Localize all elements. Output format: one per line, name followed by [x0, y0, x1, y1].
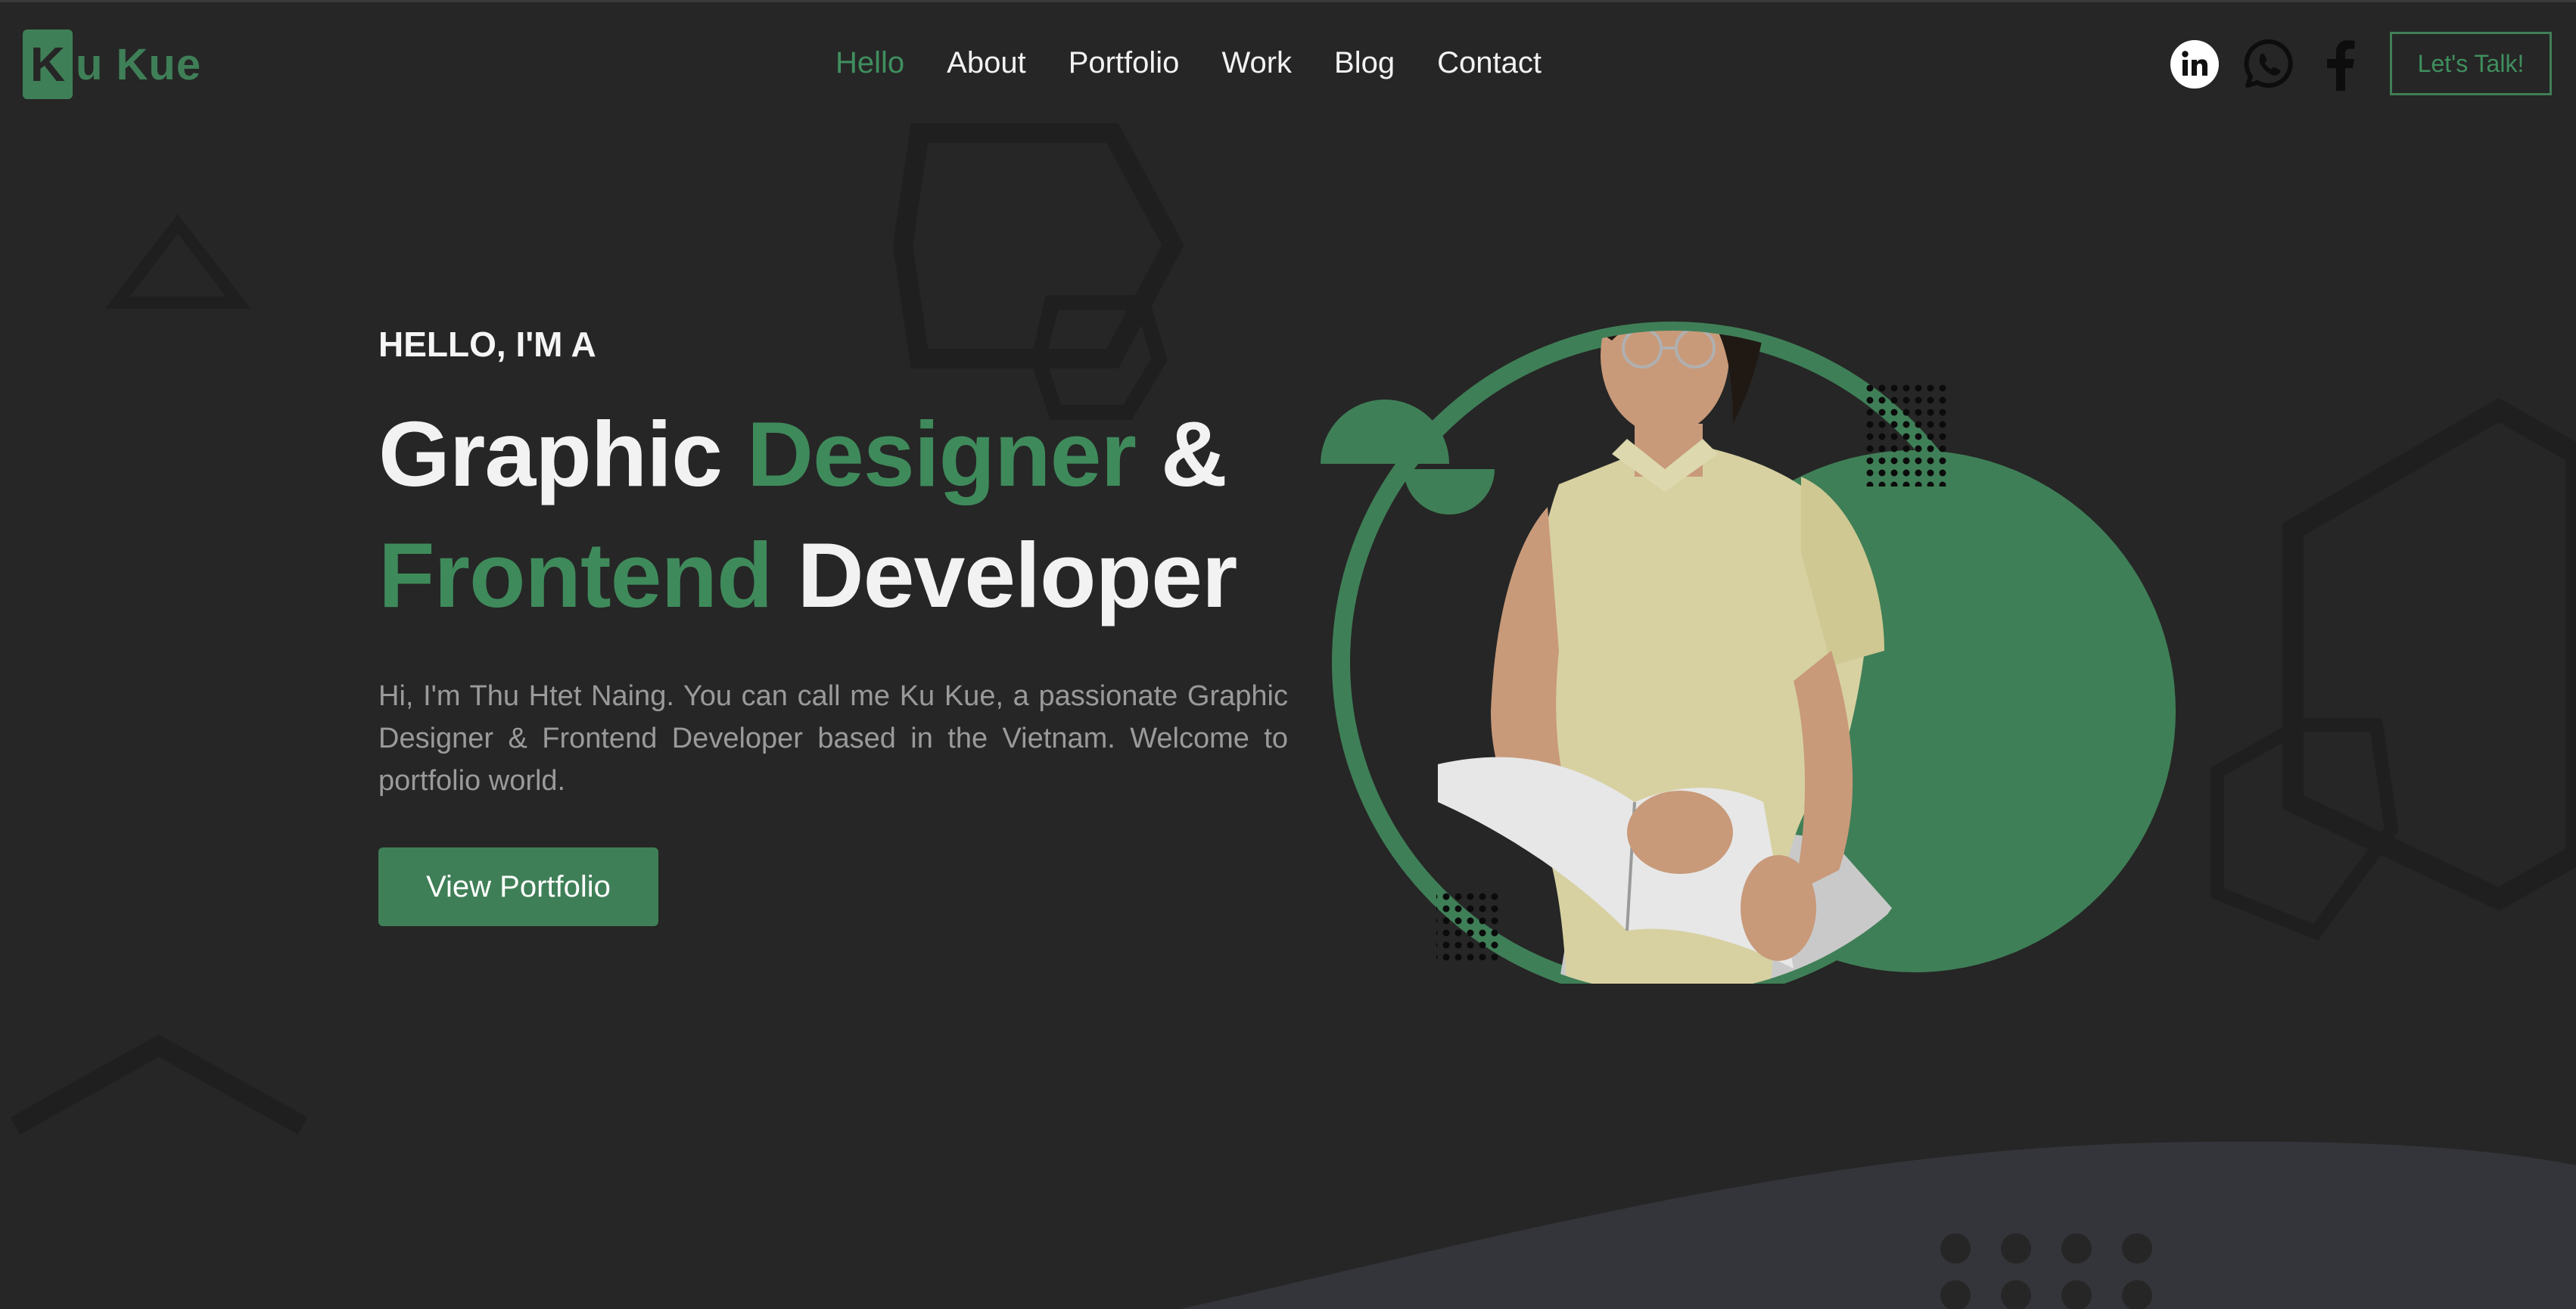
- logo-text: u Kue: [76, 39, 202, 89]
- nav-item-portfolio[interactable]: Portfolio: [1069, 42, 1180, 84]
- nav-item-hello[interactable]: Hello: [835, 42, 904, 84]
- logo-badge: K: [23, 30, 73, 99]
- main-nav: Hello About Portfolio Work Blog Contact: [835, 42, 1584, 84]
- hero-eyebrow: HELLO, I'M A: [378, 325, 596, 364]
- portrait-photo: [1438, 331, 1892, 984]
- facebook-icon[interactable]: [2319, 34, 2363, 95]
- nav-item-blog[interactable]: Blog: [1334, 42, 1395, 84]
- nav-item-contact[interactable]: Contact: [1437, 42, 1542, 84]
- title-word-ampersand: &: [1160, 403, 1227, 505]
- nav-item-about[interactable]: About: [947, 42, 1026, 84]
- lets-talk-button[interactable]: Let's Talk!: [2390, 32, 2552, 95]
- title-word-frontend: Frontend: [378, 524, 773, 627]
- title-word-developer: Developer: [797, 524, 1237, 627]
- linkedin-icon[interactable]: [2169, 34, 2220, 95]
- view-portfolio-button[interactable]: View Portfolio: [378, 847, 658, 926]
- title-word-graphic: Graphic: [378, 403, 723, 505]
- title-word-designer: Designer: [746, 403, 1137, 505]
- site-header: K u Kue Hello About Portfolio Work Blog …: [0, 0, 2576, 121]
- bottom-wave: [1181, 1141, 2576, 1309]
- page: K u Kue Hello About Portfolio Work Blog …: [0, 0, 2576, 1309]
- hero-description: Hi, I'm Thu Htet Naing. You can call me …: [378, 680, 1288, 797]
- nav-item-work[interactable]: Work: [1221, 42, 1292, 84]
- whatsapp-icon[interactable]: [2238, 34, 2299, 95]
- hero-title: Graphic Designer & Frontend Developer: [378, 393, 1324, 636]
- hero-illustration: [1321, 322, 2176, 984]
- logo[interactable]: K u Kue: [23, 30, 201, 99]
